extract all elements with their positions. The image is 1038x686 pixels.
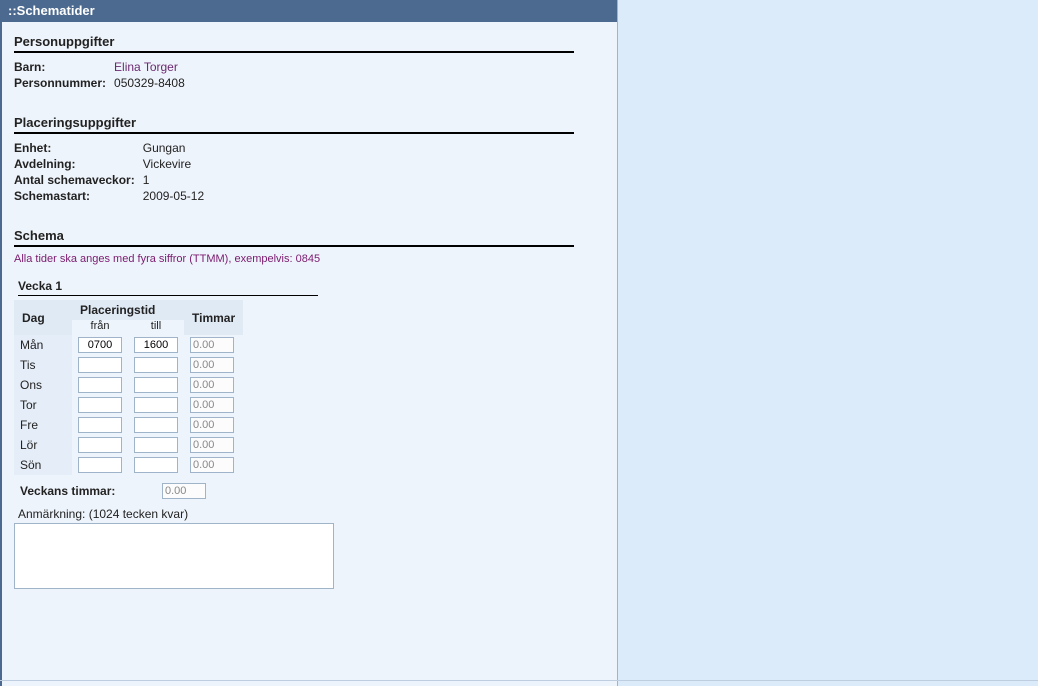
col-till: till <box>128 320 184 335</box>
start-value: 2009-05-12 <box>143 188 208 204</box>
note-label: Anmärkning: (1024 tecken kvar) <box>14 501 605 523</box>
from-input[interactable] <box>78 437 122 453</box>
schema-section-title: Schema <box>14 228 574 247</box>
table-row: Lör <box>14 435 243 455</box>
col-timmar: Timmar <box>184 300 243 335</box>
hours-output <box>190 357 234 373</box>
till-input[interactable] <box>134 337 178 353</box>
col-placeringstid: Placeringstid <box>72 300 184 320</box>
day-cell: Ons <box>14 375 72 395</box>
till-input[interactable] <box>134 377 178 393</box>
schema-hint: Alla tider ska anges med fyra siffror (T… <box>14 249 605 273</box>
person-info-table: Barn: Elina Torger Personnummer: 050329-… <box>14 59 189 91</box>
till-input[interactable] <box>134 417 178 433</box>
from-input[interactable] <box>78 357 122 373</box>
till-input[interactable] <box>134 457 178 473</box>
day-cell: Tis <box>14 355 72 375</box>
from-input[interactable] <box>78 457 122 473</box>
schedule-panel: ::Schematider Personuppgifter Barn: Elin… <box>0 0 618 686</box>
table-row: Sön <box>14 455 243 475</box>
placement-info-table: Enhet: Gungan Avdelning: Vickevire Antal… <box>14 140 208 204</box>
avd-value: Vickevire <box>143 156 208 172</box>
week-label: Vecka 1 <box>18 279 318 296</box>
hours-output <box>190 417 234 433</box>
day-cell: Mån <box>14 335 72 355</box>
table-row: Tor <box>14 395 243 415</box>
table-row: Fre <box>14 415 243 435</box>
from-input[interactable] <box>78 337 122 353</box>
col-day: Dag <box>14 300 72 335</box>
from-input[interactable] <box>78 377 122 393</box>
avd-label: Avdelning: <box>14 156 143 172</box>
right-empty-area <box>618 0 1038 686</box>
table-row: Mån <box>14 335 243 355</box>
start-label: Schemastart: <box>14 188 143 204</box>
col-from: från <box>72 320 128 335</box>
pnr-value: 050329-8408 <box>114 75 189 91</box>
weeks-label: Antal schemaveckor: <box>14 172 143 188</box>
day-cell: Lör <box>14 435 72 455</box>
day-cell: Sön <box>14 455 72 475</box>
weeks-value: 1 <box>143 172 208 188</box>
from-input[interactable] <box>78 397 122 413</box>
day-cell: Tor <box>14 395 72 415</box>
table-row: Ons <box>14 375 243 395</box>
day-cell: Fre <box>14 415 72 435</box>
total-hours <box>162 483 206 499</box>
till-input[interactable] <box>134 437 178 453</box>
barn-label: Barn: <box>14 59 114 75</box>
placement-section-title: Placeringsuppgifter <box>14 115 574 134</box>
till-input[interactable] <box>134 357 178 373</box>
table-row: Tis <box>14 355 243 375</box>
till-input[interactable] <box>134 397 178 413</box>
pnr-label: Personnummer: <box>14 75 114 91</box>
total-label: Veckans timmar: <box>14 479 156 501</box>
hours-output <box>190 397 234 413</box>
hours-output <box>190 337 234 353</box>
barn-value: Elina Torger <box>114 59 189 75</box>
enhet-value: Gungan <box>143 140 208 156</box>
note-textarea[interactable] <box>14 523 334 589</box>
hours-output <box>190 377 234 393</box>
person-section-title: Personuppgifter <box>14 34 574 53</box>
panel-title: ::Schematider <box>2 0 617 22</box>
hours-output <box>190 437 234 453</box>
panel-body: Personuppgifter Barn: Elina Torger Perso… <box>2 22 617 686</box>
enhet-label: Enhet: <box>14 140 143 156</box>
hours-output <box>190 457 234 473</box>
schedule-table: Dag Placeringstid Timmar från till MånTi… <box>14 300 243 475</box>
from-input[interactable] <box>78 417 122 433</box>
